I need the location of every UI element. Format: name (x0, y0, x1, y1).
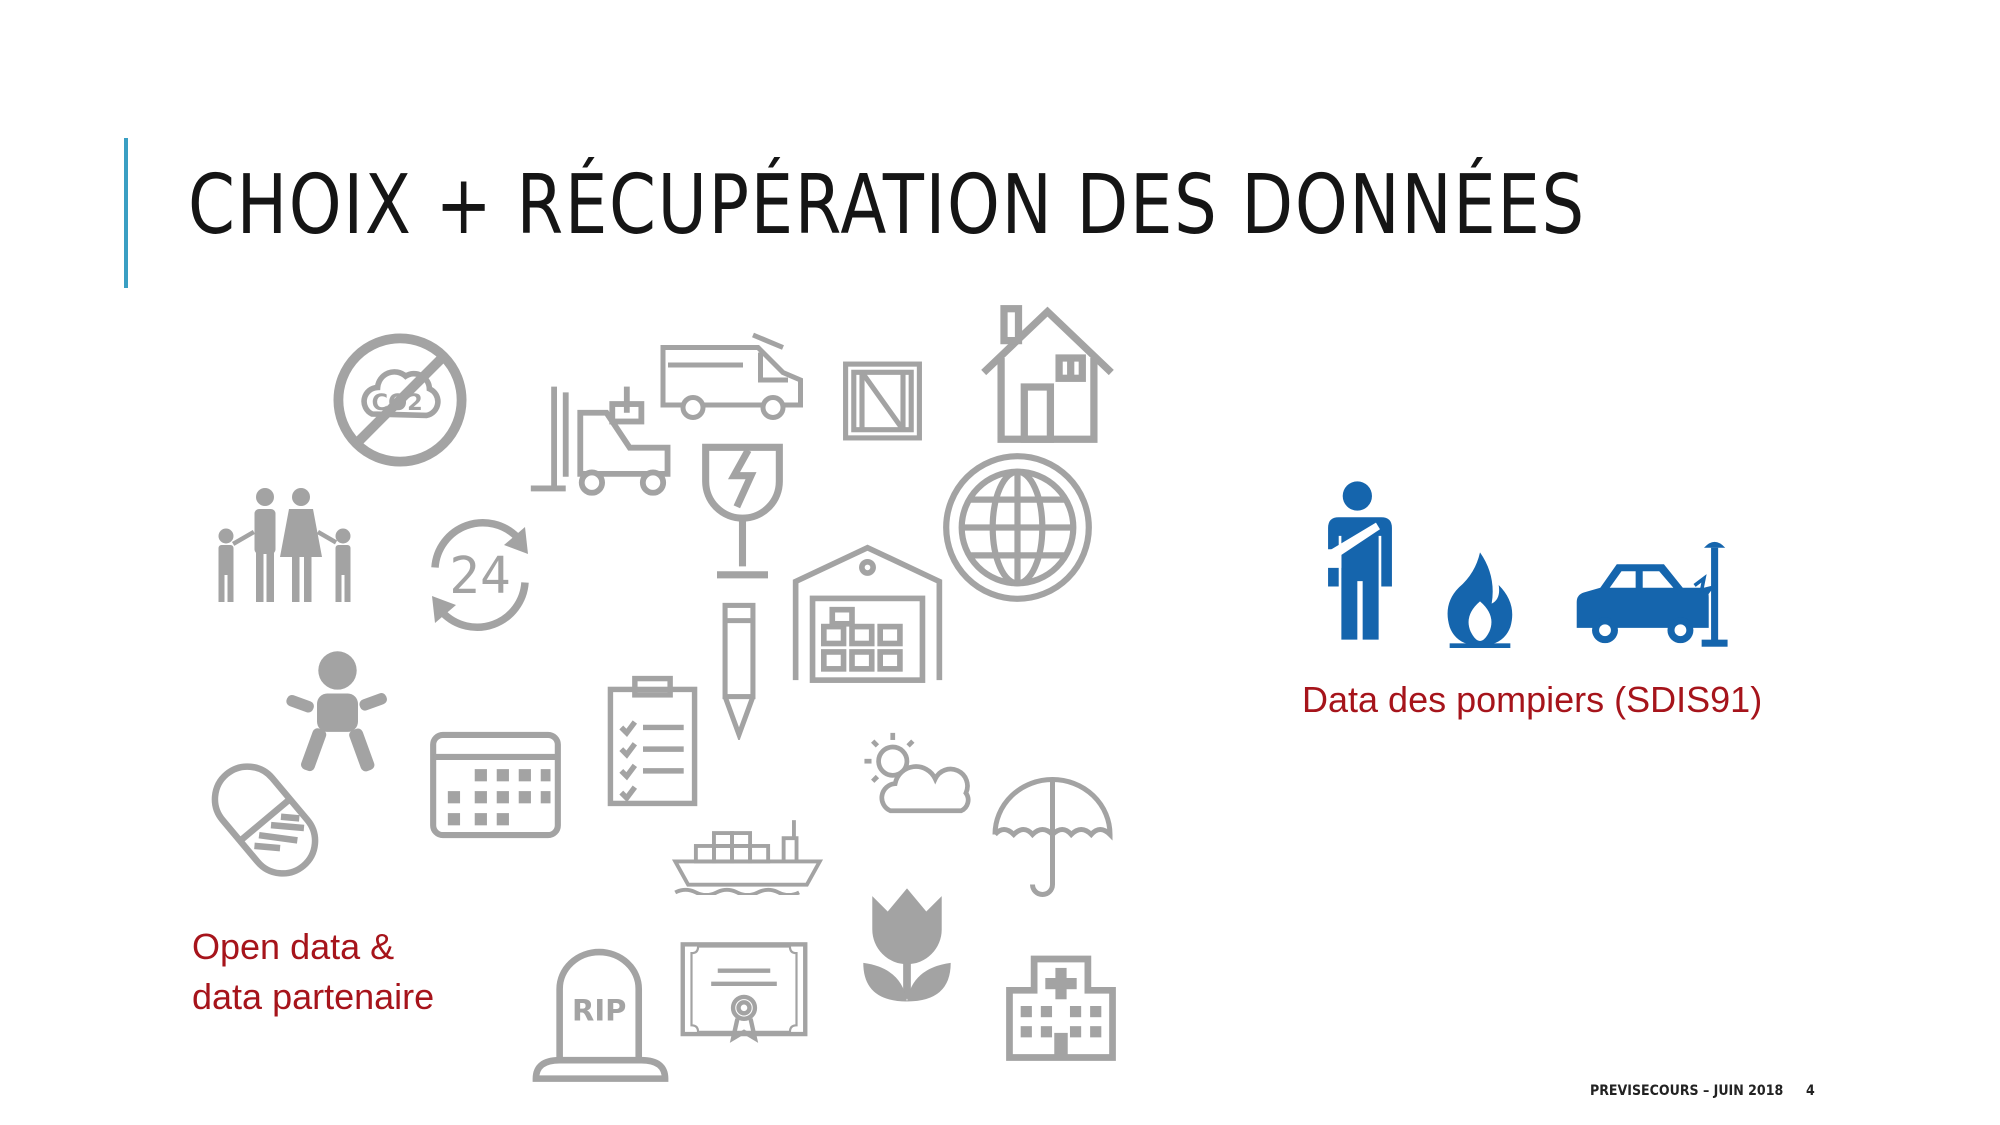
rip-label: RIP (572, 994, 626, 1028)
family-icon (205, 485, 370, 605)
house-icon (975, 300, 1120, 445)
sdis91-caption: Data des pompiers (SDIS91) (1302, 679, 1763, 720)
fire-flame-icon (1445, 550, 1515, 648)
certificate-icon (678, 940, 810, 1045)
pencil-icon (720, 600, 758, 740)
cargo-ship-icon (670, 815, 825, 895)
clock-24-label: 24 (449, 547, 510, 606)
umbrella-icon (990, 772, 1115, 902)
footer-text: PREVISECOURS – JUIN 2018 (1590, 1083, 1784, 1099)
injured-person-icon (1320, 480, 1400, 645)
crate-icon (840, 360, 925, 442)
no-co2-icon: CO2 (330, 330, 470, 470)
car-accident-icon (1572, 535, 1737, 650)
globe-icon (940, 450, 1095, 605)
fragile-glass-icon (700, 440, 785, 585)
tulip-icon (862, 880, 952, 1015)
warehouse-icon (790, 540, 945, 685)
pill-icon (205, 755, 325, 885)
open-data-caption-line1: Open data & (192, 926, 395, 967)
page-number: 4 (1806, 1083, 1815, 1099)
weather-icon (855, 728, 973, 818)
slide-title: CHOIX + RÉCUPÉRATION DES DONNÉES (188, 158, 1586, 253)
open-data-caption: Open data & data partenaire (192, 922, 434, 1022)
open-data-caption-line2: data partenaire (192, 976, 435, 1017)
checklist-icon (605, 670, 700, 812)
hospital-icon (1005, 950, 1117, 1062)
rip-gravestone-icon: RIP (528, 948, 673, 1088)
truck-icon (658, 330, 808, 425)
title-accent-bar (124, 138, 128, 288)
calendar-icon (428, 730, 563, 840)
clock-24-icon: 24 (405, 500, 555, 650)
